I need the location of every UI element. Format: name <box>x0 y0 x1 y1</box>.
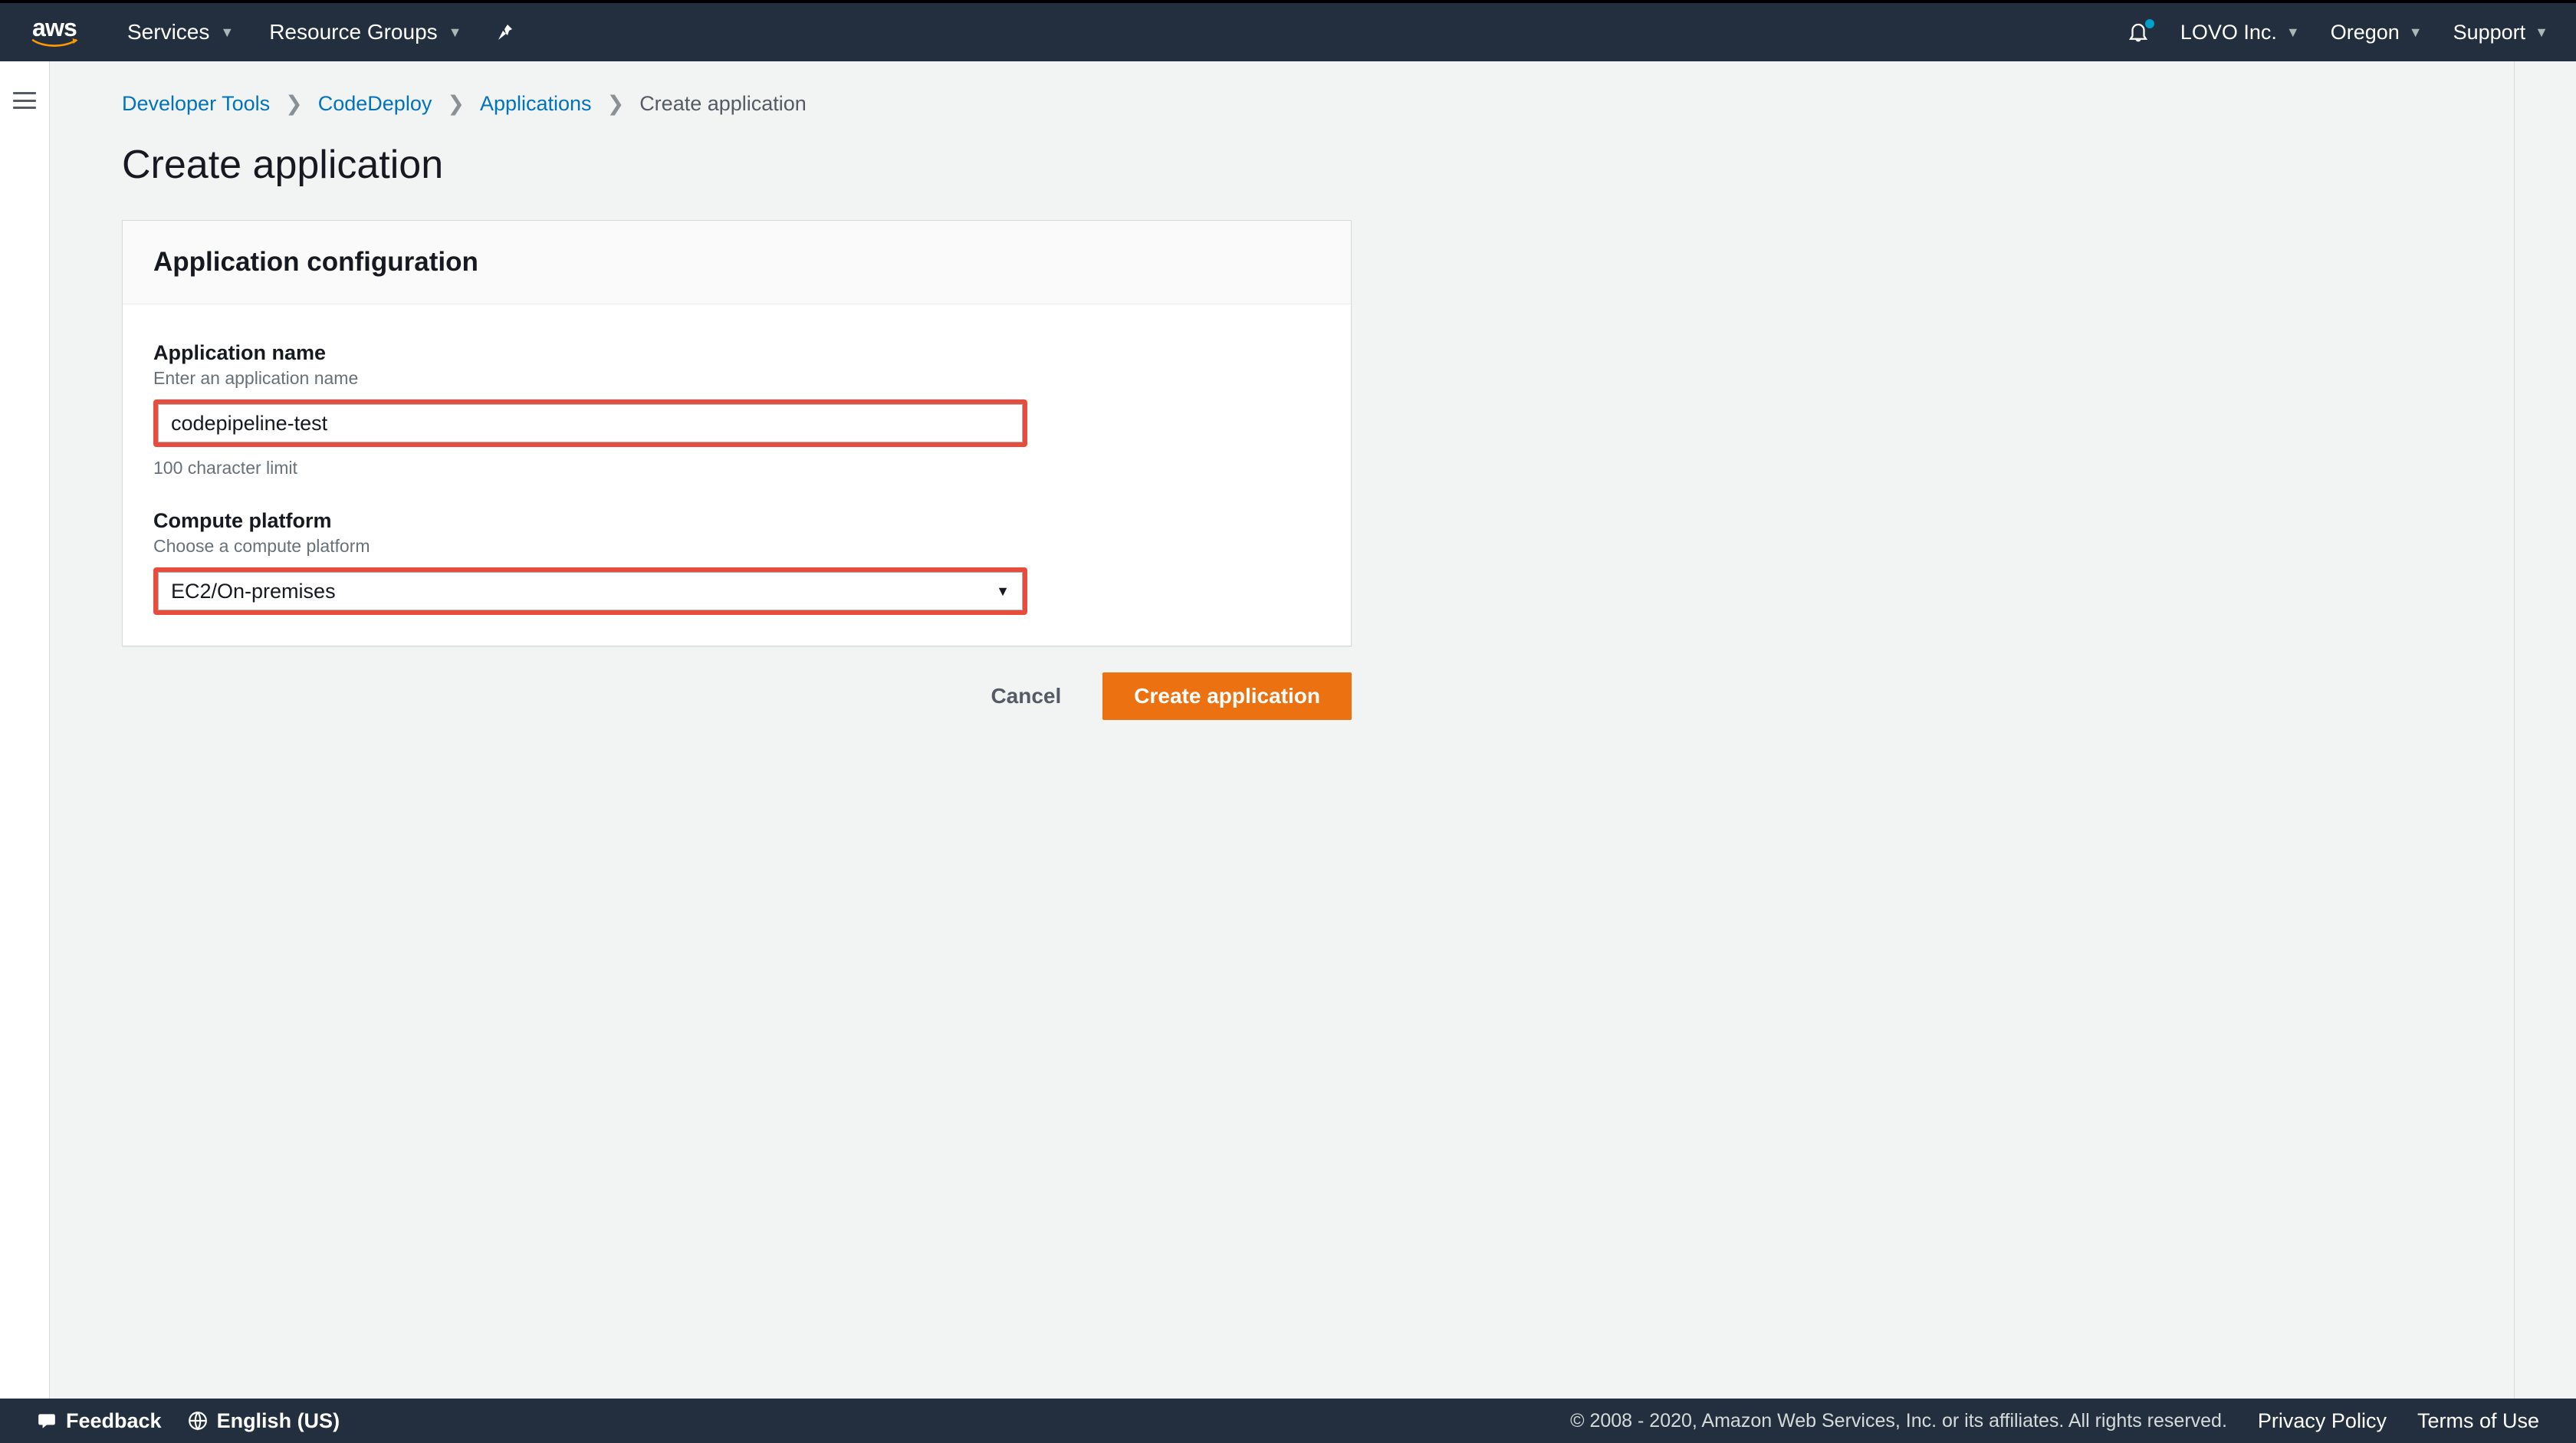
cancel-button[interactable]: Cancel <box>975 673 1076 719</box>
application-configuration-panel: Application configuration Application na… <box>122 220 1352 646</box>
caret-down-icon: ▼ <box>220 25 234 41</box>
application-name-input[interactable] <box>158 404 1023 442</box>
nav-resource-groups[interactable]: Resource Groups ▼ <box>269 20 462 44</box>
page-title: Create application <box>122 142 2442 188</box>
language-selector[interactable]: English (US) <box>188 1409 340 1433</box>
application-name-limit-hint: 100 character limit <box>153 458 1320 478</box>
account-label: LOVO Inc. <box>2180 21 2277 44</box>
nav-services-label: Services <box>127 20 209 44</box>
aws-logo-text: aws <box>32 15 77 40</box>
notifications-button[interactable] <box>2127 21 2150 44</box>
application-name-group: Application name Enter an application na… <box>153 341 1320 478</box>
sidebar-toggle-button[interactable] <box>13 92 36 109</box>
application-name-hint: Enter an application name <box>153 368 1320 389</box>
region-label: Oregon <box>2331 21 2400 44</box>
feedback-label: Feedback <box>66 1409 162 1433</box>
main-content: Developer Tools ❯ CodeDeploy ❯ Applicati… <box>49 61 2515 1399</box>
triangle-down-icon: ▼ <box>996 583 1010 600</box>
globe-icon <box>188 1411 208 1431</box>
language-label: English (US) <box>217 1409 340 1433</box>
chevron-right-icon: ❯ <box>447 92 465 116</box>
breadcrumb-developer-tools[interactable]: Developer Tools <box>122 92 270 116</box>
application-name-label: Application name <box>153 341 1320 365</box>
compute-platform-highlight: EC2/On-premises ▼ <box>153 567 1027 615</box>
compute-platform-value: EC2/On-premises <box>171 580 336 603</box>
compute-platform-select[interactable]: EC2/On-premises ▼ <box>158 572 1023 610</box>
breadcrumb-applications[interactable]: Applications <box>480 92 592 116</box>
hamburger-icon <box>13 92 36 94</box>
nav-services[interactable]: Services ▼ <box>127 20 234 44</box>
notification-dot-icon <box>2145 19 2154 28</box>
caret-down-icon: ▼ <box>2535 25 2548 41</box>
feedback-button[interactable]: Feedback <box>37 1409 162 1433</box>
pin-icon[interactable] <box>497 23 515 41</box>
aws-header: aws Services ▼ Resource Groups ▼ LOVO In… <box>0 3 2576 61</box>
compute-platform-group: Compute platform Choose a compute platfo… <box>153 509 1320 615</box>
footer-copyright: © 2008 - 2020, Amazon Web Services, Inc.… <box>1570 1410 2227 1432</box>
breadcrumb: Developer Tools ❯ CodeDeploy ❯ Applicati… <box>122 92 2442 116</box>
header-right-nav: LOVO Inc. ▼ Oregon ▼ Support ▼ <box>2127 21 2548 44</box>
application-name-highlight <box>153 399 1027 447</box>
support-label: Support <box>2453 21 2526 44</box>
hamburger-icon <box>13 107 36 109</box>
aws-smile-icon <box>28 38 81 49</box>
support-menu[interactable]: Support ▼ <box>2453 21 2548 44</box>
aws-footer: Feedback English (US) © 2008 - 2020, Ama… <box>0 1399 2576 1443</box>
region-menu[interactable]: Oregon ▼ <box>2331 21 2423 44</box>
terms-of-use-link[interactable]: Terms of Use <box>2417 1409 2539 1433</box>
privacy-policy-link[interactable]: Privacy Policy <box>2258 1409 2387 1433</box>
compute-platform-label: Compute platform <box>153 509 1320 533</box>
speech-bubble-icon <box>37 1411 57 1431</box>
chevron-right-icon: ❯ <box>285 92 303 116</box>
caret-down-icon: ▼ <box>449 25 462 41</box>
panel-header: Application configuration <box>123 221 1351 304</box>
right-gutter: i <box>2515 61 2576 1399</box>
form-actions: Cancel Create application <box>122 672 1352 720</box>
caret-down-icon: ▼ <box>2286 25 2300 41</box>
panel-title: Application configuration <box>153 247 1320 278</box>
breadcrumb-current: Create application <box>639 92 807 116</box>
chevron-right-icon: ❯ <box>607 92 625 116</box>
account-menu[interactable]: LOVO Inc. ▼ <box>2180 21 2300 44</box>
nav-resource-groups-label: Resource Groups <box>269 20 437 44</box>
aws-logo[interactable]: aws <box>28 15 81 49</box>
left-rail <box>0 61 49 1399</box>
breadcrumb-codedeploy[interactable]: CodeDeploy <box>318 92 432 116</box>
compute-platform-hint: Choose a compute platform <box>153 536 1320 557</box>
hamburger-icon <box>13 100 36 102</box>
caret-down-icon: ▼ <box>2409 25 2423 41</box>
create-application-button[interactable]: Create application <box>1102 672 1352 720</box>
